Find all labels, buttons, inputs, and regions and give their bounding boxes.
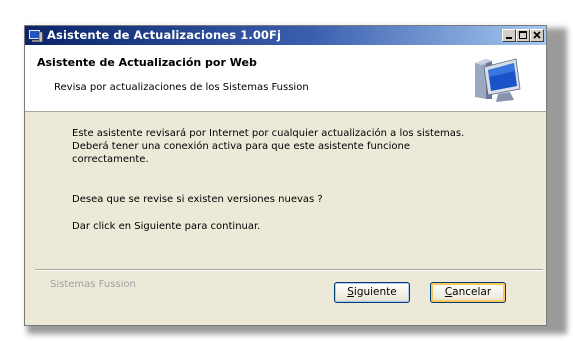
app-icon bbox=[28, 29, 43, 43]
wizard-window: Asistente de Actualizaciones 1.00Fj Asis… bbox=[24, 25, 547, 326]
close-button[interactable] bbox=[530, 29, 544, 42]
wizard-header: Asistente de Actualización por Web Revis… bbox=[25, 45, 546, 112]
close-icon bbox=[533, 31, 541, 39]
title-bar[interactable]: Asistente de Actualizaciones 1.00Fj bbox=[25, 26, 546, 45]
next-mnemonic: S bbox=[347, 286, 354, 298]
instruction-text: Dar click en Siguiente para continuar. bbox=[72, 221, 261, 232]
header-subtitle: Revisa por actualizaciones de los Sistem… bbox=[54, 82, 309, 93]
maximize-button[interactable] bbox=[516, 29, 530, 42]
description-line-3: correctamente. bbox=[72, 154, 149, 165]
next-button[interactable]: Siguiente bbox=[334, 282, 410, 303]
next-label: iguiente bbox=[353, 286, 397, 298]
cancel-button[interactable]: Cancelar bbox=[430, 282, 506, 303]
question-text: Desea que se revise si existen versiones… bbox=[72, 194, 323, 205]
minimize-button[interactable] bbox=[502, 29, 516, 42]
footer-divider bbox=[35, 269, 543, 271]
description-line-2: Deberá tener una conexión activa para qu… bbox=[72, 141, 411, 152]
cancel-label: ancelar bbox=[452, 286, 492, 298]
window-title: Asistente de Actualizaciones 1.00Fj bbox=[47, 28, 282, 42]
computer-monitor-icon bbox=[475, 58, 521, 102]
description-line-1: Este asistente revisará por Internet por… bbox=[72, 128, 465, 139]
brand-label: Sistemas Fussion bbox=[50, 279, 136, 290]
header-title: Asistente de Actualización por Web bbox=[37, 56, 257, 69]
maximize-icon bbox=[519, 31, 527, 39]
minimize-icon bbox=[506, 37, 512, 39]
